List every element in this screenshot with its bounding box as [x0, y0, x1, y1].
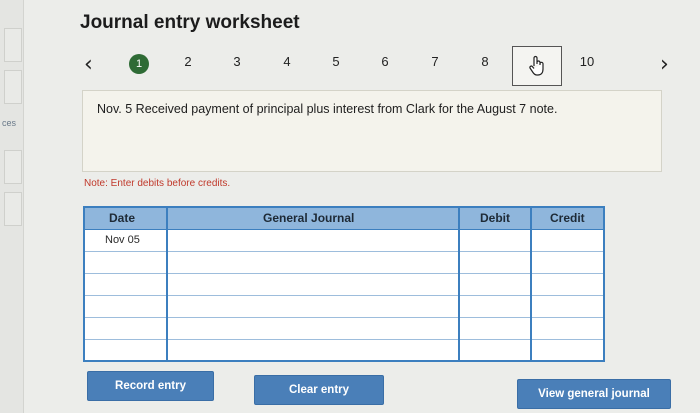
credit-input[interactable]	[533, 275, 603, 295]
step-8[interactable]: 8	[474, 54, 496, 69]
debit-input[interactable]	[461, 319, 531, 339]
column-header-credit: Credit	[550, 211, 585, 225]
sidebar-tab[interactable]	[4, 192, 22, 226]
date-input[interactable]	[85, 275, 167, 295]
table-row: Nov 05	[85, 230, 603, 252]
step-10[interactable]: 10	[576, 54, 598, 69]
prompt-text: Nov. 5 Received payment of principal plu…	[97, 102, 558, 116]
debit-input[interactable]	[461, 297, 531, 317]
journal-table: Date General Journal Debit Credit Nov 05	[83, 206, 605, 362]
table-header: Date General Journal Debit Credit	[85, 208, 603, 230]
column-header-general-journal: General Journal	[263, 211, 355, 225]
account-input[interactable]	[169, 319, 459, 339]
date-cell[interactable]: Nov 05	[105, 234, 140, 246]
chevron-left-icon[interactable]: ‹	[84, 52, 93, 77]
record-entry-button[interactable]: Record entry	[87, 371, 214, 401]
account-input[interactable]	[169, 231, 459, 251]
note-text: Note: Enter debits before credits.	[84, 178, 231, 189]
date-input[interactable]	[85, 341, 167, 361]
table-row	[85, 274, 603, 296]
step-navigation: ‹ 1 2 3 4 5 6 7 8 10 ›	[0, 42, 700, 86]
credit-input[interactable]	[533, 319, 603, 339]
clear-entry-button[interactable]: Clear entry	[254, 375, 384, 405]
table-row	[85, 252, 603, 274]
step-4[interactable]: 4	[276, 54, 298, 69]
credit-input[interactable]	[533, 253, 603, 273]
view-general-journal-button[interactable]: View general journal	[517, 379, 671, 409]
date-input[interactable]	[85, 297, 167, 317]
credit-input[interactable]	[533, 297, 603, 317]
step-2[interactable]: 2	[177, 54, 199, 69]
column-divider	[166, 208, 168, 360]
page-title: Journal entry worksheet	[80, 12, 300, 33]
step-7[interactable]: 7	[424, 54, 446, 69]
chevron-right-icon[interactable]: ›	[660, 52, 669, 77]
column-divider	[458, 208, 460, 360]
step-5[interactable]: 5	[325, 54, 347, 69]
credit-input[interactable]	[533, 231, 603, 251]
date-input[interactable]	[85, 319, 167, 339]
account-input[interactable]	[169, 297, 459, 317]
table-row	[85, 296, 603, 318]
step-6[interactable]: 6	[374, 54, 396, 69]
debit-input[interactable]	[461, 231, 531, 251]
credit-input[interactable]	[533, 341, 603, 361]
step-3[interactable]: 3	[226, 54, 248, 69]
debit-input[interactable]	[461, 253, 531, 273]
column-divider	[530, 208, 532, 360]
step-9[interactable]	[512, 46, 562, 86]
table-row	[85, 340, 603, 362]
debit-input[interactable]	[461, 341, 531, 361]
account-input[interactable]	[169, 275, 459, 295]
column-header-date: Date	[109, 211, 136, 225]
debit-input[interactable]	[461, 275, 531, 295]
account-input[interactable]	[169, 253, 459, 273]
table-row	[85, 318, 603, 340]
column-header-debit: Debit	[480, 211, 510, 225]
sidebar-tab[interactable]	[4, 150, 22, 184]
hand-pointer-icon	[529, 55, 544, 76]
step-1[interactable]: 1	[129, 54, 149, 74]
account-input[interactable]	[169, 341, 459, 361]
date-input[interactable]	[85, 253, 167, 273]
sidebar-label: ces	[2, 118, 17, 128]
prompt-box: Nov. 5 Received payment of principal plu…	[82, 90, 662, 172]
